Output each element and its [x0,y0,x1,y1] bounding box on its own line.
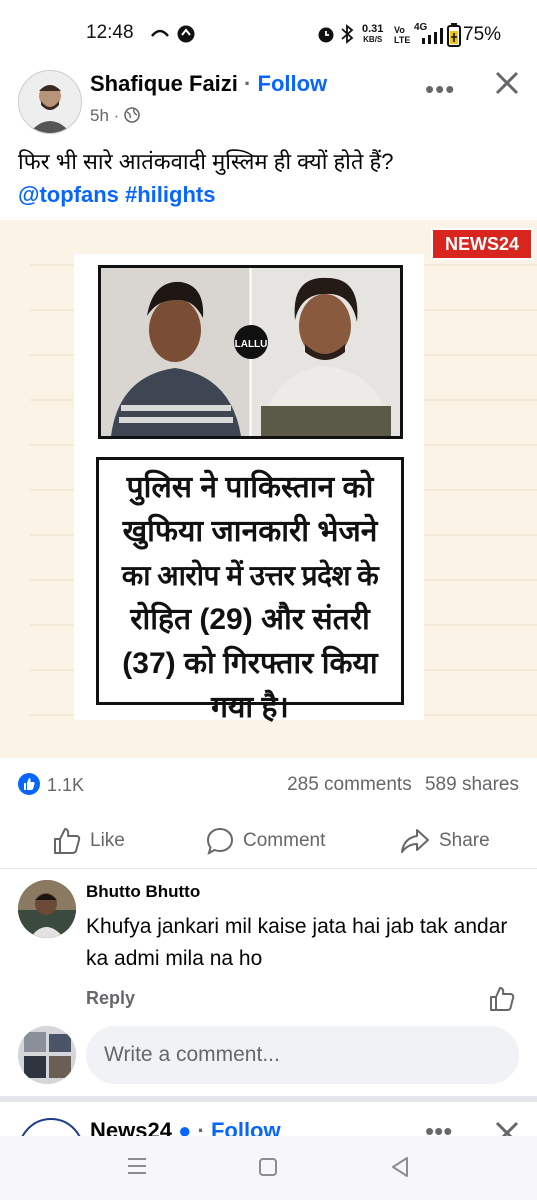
comment-label: Comment [243,830,326,851]
headline-line: पुलिस ने पाकिस्तान को [126,471,374,504]
globe-icon [124,107,140,123]
volte-icon: Vo LTE [394,25,411,45]
headline-line: (37) को गिरफ्तार किया [122,647,378,680]
news-headline: पुलिस ने पाकिस्तान को खुफिया जानकारी भेज… [99,460,401,730]
author-avatar[interactable] [18,70,82,134]
share-label: Share [439,830,490,851]
alarm-icon [318,27,334,43]
recent-apps-icon[interactable] [126,1156,148,1176]
thumbs-up-icon [54,828,81,854]
next-post-avatar[interactable] [18,1118,84,1136]
battery-percent: 75% [463,24,502,45]
next-post-author[interactable]: News24 [90,1118,172,1136]
like-label: Like [90,830,125,851]
commenter-name[interactable]: Bhutto Bhutto [86,882,200,902]
next-post-author-line: News24 ● · Follow [90,1118,281,1136]
like-reaction-icon[interactable] [18,773,40,795]
headline-line: रोहित (29) और संतरी [130,603,370,636]
comments-count[interactable]: 285 comments [287,774,412,795]
comment-like-icon[interactable] [488,985,516,1013]
share-button[interactable]: Share [399,826,490,856]
my-avatar[interactable] [18,1026,76,1084]
post-author-name[interactable]: Shafique Faizi [90,71,238,96]
status-bar: 12:48 0.31 KB/S Vo LTE 4G 75% [0,0,537,66]
status-time: 12:48 [86,22,134,43]
headline-line: गया है। [211,691,289,724]
system-nav-bar [0,1136,537,1200]
lallutop-watermark: LALLU [235,339,268,350]
actions-divider [0,868,537,869]
post-author-line: Shafique Faizi · Follow [90,71,328,96]
next-post-close-icon[interactable] [494,1120,520,1136]
next-post-header: News24 ● · Follow ••• [0,1102,537,1136]
comment-button[interactable]: Comment [205,826,325,856]
next-post-more-icon[interactable]: ••• [425,1116,452,1136]
headline-line: खुफिया जानकारी भेजने [122,515,378,548]
post-meta: 5h · [90,106,140,126]
headline-line: का आरोप में उत्तर प्रदेश के [121,560,379,591]
shares-count[interactable]: 589 shares [425,774,519,795]
battery-icon [447,23,461,47]
sync-icon [177,25,195,43]
post-hashtags[interactable]: @topfans #hilights [18,182,215,208]
news24-logo: NEWS24 [431,228,533,260]
post-time[interactable]: 5h [90,106,109,125]
hotspot-icon [151,29,169,37]
more-options-icon[interactable]: ••• [425,74,455,105]
author-photo [19,71,81,133]
comment-text: Khufya jankari mil kaise jata hai jab ta… [86,915,508,970]
reply-button[interactable]: Reply [86,988,135,1009]
close-icon[interactable] [494,70,520,96]
like-button[interactable]: Like [52,826,125,856]
net-speed: 0.31 KB/S [362,23,384,45]
news-headline-box: पुलिस ने पाकिस्तान को खुफिया जानकारी भेज… [96,457,404,724]
signal-icon [422,28,443,44]
home-icon[interactable] [258,1157,278,1177]
next-post-follow-button[interactable]: Follow [211,1118,281,1136]
back-icon[interactable] [390,1156,410,1178]
comment-input[interactable]: Write a comment... [86,1026,519,1084]
commenter-avatar[interactable] [18,880,76,938]
post-caption: फिर भी सारे आतंकवादी मुस्लिम ही क्यों हो… [18,149,394,174]
comment-bubble-icon [206,827,234,856]
share-arrow-icon [401,829,429,853]
suspects-illustration: LALLU [101,268,400,436]
follow-button[interactable]: Follow [258,71,328,96]
reaction-count[interactable]: 1.1K [47,775,84,796]
suspects-photo: LALLU [98,265,403,439]
engagement-counts: 285 comments 589 shares [287,774,519,796]
bluetooth-icon [341,24,354,44]
